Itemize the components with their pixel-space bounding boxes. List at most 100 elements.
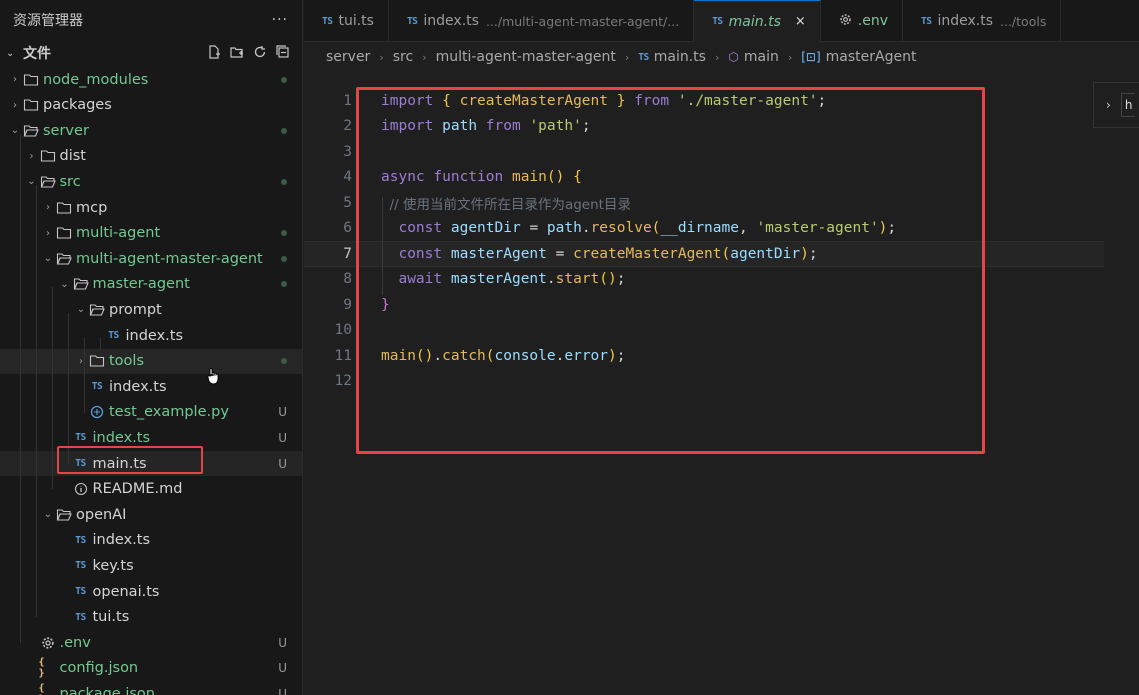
line-number: 9 bbox=[343, 296, 352, 313]
folder-icon bbox=[88, 354, 106, 368]
close-icon[interactable]: × bbox=[795, 14, 806, 29]
tree-item[interactable]: ⌄ server bbox=[0, 118, 302, 143]
tree-item[interactable]: ⌄ src bbox=[0, 169, 302, 194]
editor-tab[interactable]: TS main.ts × bbox=[694, 0, 821, 42]
tab-label: index.ts bbox=[937, 13, 994, 29]
tree-item-label: index.ts bbox=[92, 532, 151, 549]
editor-tab[interactable]: TS index.ts .../tools bbox=[903, 0, 1062, 42]
chevron-right-icon: › bbox=[787, 50, 793, 64]
typescript-file-icon: TS bbox=[712, 16, 723, 27]
tree-item[interactable]: .env U bbox=[0, 630, 302, 655]
tree-indent-guide bbox=[84, 338, 85, 413]
editor-tab[interactable]: .env bbox=[821, 0, 904, 42]
tree-item[interactable]: { } config.json U bbox=[0, 656, 302, 681]
files-section-header[interactable]: ⌄ 文件 bbox=[0, 40, 302, 66]
tree-item[interactable]: TS openai.ts bbox=[0, 579, 302, 604]
collapse-all-icon[interactable] bbox=[276, 45, 290, 62]
widget-label: h bbox=[1120, 93, 1135, 117]
tree-item[interactable]: README.md bbox=[0, 477, 302, 502]
tree-item[interactable]: › multi-agent bbox=[0, 221, 302, 246]
typescript-file-icon: TS bbox=[921, 15, 932, 27]
folder-open-icon bbox=[55, 508, 73, 522]
mouse-pointer-icon bbox=[207, 367, 221, 389]
chevron-down-icon: ⌄ bbox=[43, 253, 53, 265]
git-status-badge: U bbox=[278, 661, 287, 676]
tree-item[interactable]: › mcp bbox=[0, 195, 302, 220]
tree-item-label: key.ts bbox=[92, 557, 134, 574]
breadcrumb-folder[interactable]: multi-agent-master-agent bbox=[436, 49, 616, 65]
modified-dot-icon bbox=[281, 178, 287, 185]
tree-item-label: node_modules bbox=[43, 71, 149, 88]
tree-item-label: openAI bbox=[76, 506, 127, 523]
typescript-file-icon: TS bbox=[108, 330, 119, 341]
folder-icon bbox=[22, 73, 40, 87]
line-number: 8 bbox=[343, 271, 352, 288]
breadcrumb-server[interactable]: server bbox=[326, 49, 370, 65]
side-widget[interactable]: › h bbox=[1093, 82, 1139, 128]
chevron-right-icon: › bbox=[13, 74, 17, 85]
git-status-badge: U bbox=[278, 405, 287, 420]
git-status-badge: U bbox=[278, 430, 287, 445]
typescript-file-icon: TS bbox=[406, 15, 418, 27]
tree-item-label: tui.ts bbox=[92, 609, 130, 626]
folder-icon bbox=[55, 226, 73, 240]
tree-item[interactable]: TS key.ts bbox=[0, 553, 302, 578]
explorer-title: 资源管理器 bbox=[13, 13, 83, 29]
typescript-file-icon: TS bbox=[638, 51, 649, 63]
folder-open-icon bbox=[72, 277, 90, 291]
tree-item-label: .env bbox=[59, 634, 91, 651]
tree-indent-guide bbox=[68, 312, 69, 464]
tree-item[interactable]: › dist bbox=[0, 144, 302, 169]
tree-item-label: package.json bbox=[59, 685, 155, 695]
tree-item[interactable]: test_example.py U bbox=[0, 400, 302, 425]
new-folder-icon[interactable] bbox=[230, 45, 244, 62]
tree-item[interactable]: › tools bbox=[0, 348, 302, 374]
tree-item[interactable]: ⌄ multi-agent-master-agent bbox=[0, 246, 302, 271]
tree-item[interactable]: TS index.ts bbox=[0, 323, 302, 348]
tree-item-label: master-agent bbox=[92, 276, 190, 293]
more-actions-icon[interactable]: ··· bbox=[272, 12, 288, 28]
info-icon bbox=[72, 482, 90, 496]
git-status-badge: U bbox=[278, 686, 287, 695]
folder-icon bbox=[22, 98, 40, 112]
git-status-badge: U bbox=[278, 456, 287, 471]
tree-item[interactable]: TS index.ts bbox=[0, 374, 302, 399]
folder-icon bbox=[39, 149, 57, 163]
tree-item[interactable]: › node_modules bbox=[0, 67, 302, 92]
folder-icon bbox=[55, 201, 73, 215]
editor-tab[interactable]: TS tui.ts bbox=[304, 0, 389, 42]
json-file-icon: { } bbox=[38, 682, 45, 695]
breadcrumb-variable[interactable]: masterAgent bbox=[826, 49, 917, 65]
breadcrumb-function[interactable]: main bbox=[744, 49, 779, 65]
tree-item-label: dist bbox=[59, 148, 86, 165]
editor-tab[interactable]: TS index.ts .../multi-agent-master-agent/.… bbox=[389, 0, 695, 42]
tree-item[interactable]: ⌄ prompt bbox=[0, 297, 302, 322]
typescript-file-icon: TS bbox=[75, 586, 86, 597]
refresh-icon[interactable] bbox=[253, 45, 267, 62]
breadcrumb-src[interactable]: src bbox=[393, 49, 413, 65]
breadcrumb: server › src › multi-agent-master-agent … bbox=[326, 43, 916, 71]
breadcrumb-file[interactable]: main.ts bbox=[654, 49, 706, 65]
tree-item[interactable]: ⌄ openAI bbox=[0, 502, 302, 527]
chevron-right-icon: › bbox=[624, 50, 630, 64]
chevron-right-icon: › bbox=[13, 99, 17, 111]
tree-item-label: tools bbox=[109, 353, 145, 370]
tree-item-label: prompt bbox=[109, 301, 162, 318]
tab-path: .../multi-agent-master-agent/... bbox=[485, 13, 680, 29]
new-file-icon[interactable] bbox=[207, 45, 221, 62]
tab-path: .../tools bbox=[1000, 13, 1047, 29]
tree-item-label: README.md bbox=[92, 481, 183, 498]
explorer-header: 资源管理器 ··· bbox=[0, 0, 302, 40]
line-number: 2 bbox=[343, 118, 352, 135]
section-actions bbox=[207, 45, 290, 62]
folder-open-icon bbox=[22, 124, 40, 138]
tree-item[interactable]: ⌄ master-agent bbox=[0, 272, 302, 297]
modified-dot-icon bbox=[281, 230, 287, 237]
line-number: 12 bbox=[334, 373, 352, 390]
typescript-file-icon: TS bbox=[75, 534, 86, 546]
editor-tabs: TS tui.ts TS index.ts .../multi-agent-master… bbox=[304, 0, 1139, 42]
tree-item[interactable]: TS index.ts bbox=[0, 528, 302, 553]
tree-item[interactable]: TS tui.ts bbox=[0, 605, 302, 630]
tree-item[interactable]: › packages bbox=[0, 93, 302, 118]
tree-item[interactable]: { } package.json U bbox=[0, 681, 302, 695]
